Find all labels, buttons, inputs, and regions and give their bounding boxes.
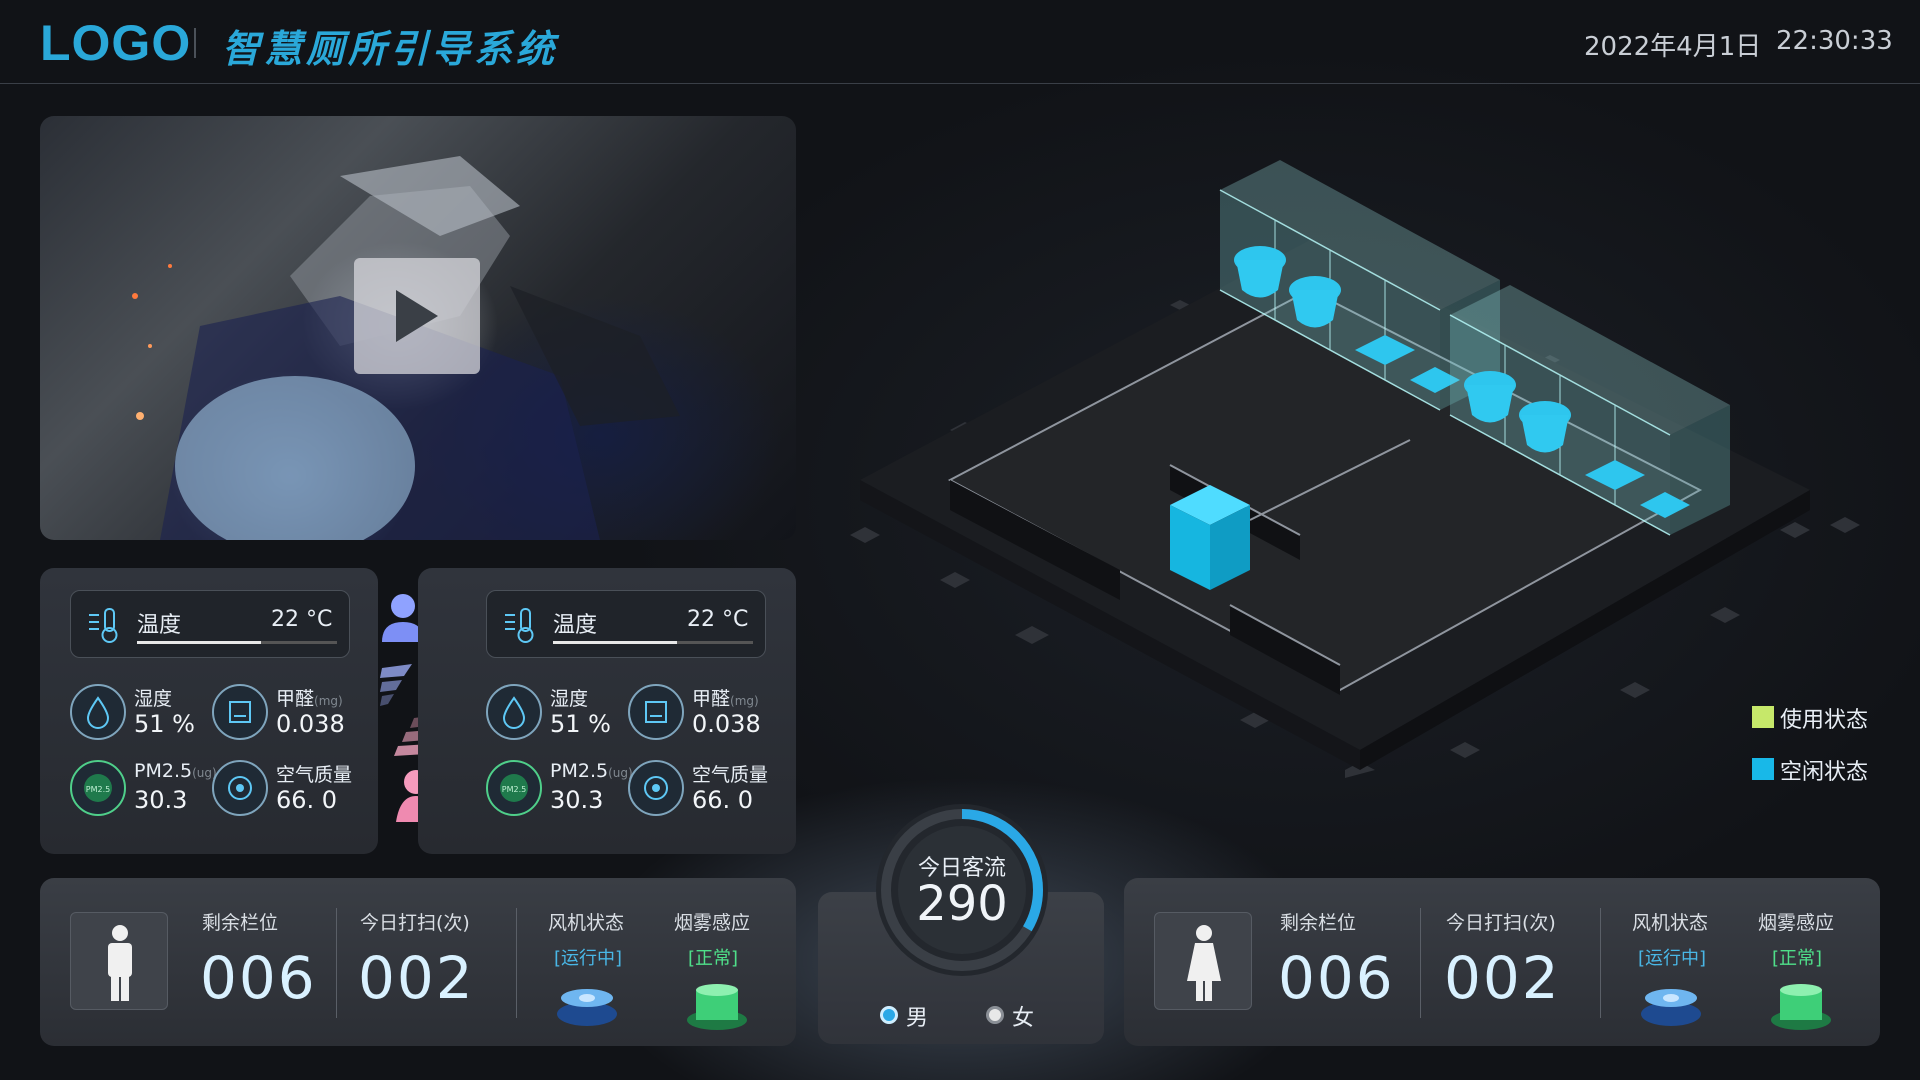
- floor-plan-3d: [850, 160, 1860, 778]
- svg-text:PM2.5: PM2.5: [502, 785, 526, 794]
- current-date: 2022年4月1日: [1584, 32, 1762, 62]
- smoke-label: 烟雾感应: [674, 912, 751, 934]
- smoke-status: [正常]: [688, 948, 739, 969]
- fan-label: 风机状态: [1632, 912, 1709, 934]
- flow-gauge: 今日客流 290: [876, 804, 1048, 976]
- pm25-value: 30.3: [134, 786, 188, 814]
- air-quality-value: 66. 0: [692, 786, 754, 814]
- air-quality-label: 空气质量: [276, 764, 353, 786]
- formaldehyde-icon: [212, 684, 268, 740]
- female-radio-dot[interactable]: [986, 1006, 1004, 1024]
- humidity-icon: [486, 684, 542, 740]
- pm25-icon: PM2.5: [70, 760, 126, 816]
- page-title: 智慧厕所引导系统: [222, 27, 559, 71]
- remaining-value: 006: [1278, 944, 1395, 1012]
- current-time: 22:30:33: [1776, 26, 1893, 56]
- thermometer-icon: [505, 608, 534, 643]
- humidity-value: 51 %: [134, 710, 195, 738]
- cleaning-value: 002: [1444, 944, 1561, 1012]
- formaldehyde-value: 0.038: [276, 710, 345, 738]
- temperature-label: 温度: [137, 613, 182, 638]
- female-stats-panel: 剩余栏位 006 今日打扫(次) 002 风机状态 [运行中] 烟雾感应 [正常…: [1124, 878, 1880, 1046]
- temperature-fill: [137, 641, 261, 644]
- cleaning-label: 今日打扫(次): [360, 912, 470, 934]
- smoke-sensor-icon: [687, 984, 747, 1030]
- male-radio-label[interactable]: 男: [906, 1000, 928, 1032]
- fan-icon: [557, 989, 617, 1026]
- male-sensor-panel: 温度 22 °C 湿度 51 % 甲醛(mg) 0.038 PM2.5 PM2.…: [40, 568, 378, 854]
- formaldehyde-label: 甲醛(mg): [276, 688, 343, 710]
- thermometer-icon: [89, 608, 118, 643]
- header-divider: [194, 28, 196, 58]
- smoke-label: 烟雾感应: [1758, 912, 1835, 934]
- humidity-label: 湿度: [134, 688, 173, 710]
- female-figure: [1154, 912, 1252, 1010]
- temperature-card: 温度 22 °C: [486, 590, 766, 658]
- cleaning-value: 002: [358, 944, 475, 1012]
- header-bar: LOGO 智慧厕所引导系统 2022年4月1日 22:30:33: [0, 0, 1920, 84]
- svg-text:PM2.5: PM2.5: [86, 785, 110, 794]
- pm25-label: PM2.5(ug): [134, 760, 217, 782]
- female-radio-label[interactable]: 女: [1012, 1000, 1034, 1032]
- humidity-label: 湿度: [550, 688, 589, 710]
- temperature-value: 22 °C: [687, 607, 749, 632]
- cleaning-label: 今日打扫(次): [1446, 912, 1556, 934]
- remaining-label: 剩余栏位: [1280, 912, 1357, 934]
- divider: [336, 908, 337, 1018]
- legend-in-use-swatch: [1752, 706, 1774, 728]
- legend-idle: 空闲状态: [1780, 760, 1869, 785]
- female-sensor-panel: 温度 22 °C 湿度 51 % 甲醛(mg) 0.038 PM2.5 PM2.…: [418, 568, 796, 854]
- divider: [516, 908, 517, 1018]
- fan-status: [运行中]: [1638, 948, 1707, 969]
- fan-icon: [1641, 989, 1701, 1026]
- temperature-fill: [553, 641, 677, 644]
- male-radio-dot[interactable]: [880, 1006, 898, 1024]
- male-figure: [70, 912, 168, 1010]
- female-figure-icon: [1187, 925, 1221, 1001]
- male-stats-panel: 剩余栏位 006 今日打扫(次) 002 风机状态 [运行中] 烟雾感应 [正常…: [40, 878, 796, 1046]
- logo: LOGO: [40, 15, 192, 71]
- legend-idle-swatch: [1752, 758, 1774, 780]
- pm25-label: PM2.5(ug): [550, 760, 633, 782]
- humidity-icon: [70, 684, 126, 740]
- pm25-icon: PM2.5: [486, 760, 542, 816]
- legend-in-use: 使用状态: [1780, 708, 1869, 733]
- pm25-value: 30.3: [550, 786, 604, 814]
- divider: [1600, 908, 1601, 1018]
- male-figure-icon: [108, 925, 132, 1001]
- remaining-label: 剩余栏位: [202, 912, 279, 934]
- humidity-value: 51 %: [550, 710, 611, 738]
- play-button[interactable]: [354, 258, 480, 374]
- fan-status: [运行中]: [554, 948, 623, 969]
- divider: [1420, 908, 1421, 1018]
- smoke-sensor-icon: [1771, 984, 1831, 1030]
- formaldehyde-icon: [628, 684, 684, 740]
- air-quality-icon: [628, 760, 684, 816]
- fan-label: 风机状态: [548, 912, 625, 934]
- smoke-status: [正常]: [1772, 948, 1823, 969]
- air-quality-icon: [212, 760, 268, 816]
- formaldehyde-value: 0.038: [692, 710, 761, 738]
- air-quality-value: 66. 0: [276, 786, 338, 814]
- remaining-value: 006: [200, 944, 317, 1012]
- temperature-value: 22 °C: [271, 607, 333, 632]
- air-quality-label: 空气质量: [692, 764, 769, 786]
- video-player[interactable]: [40, 116, 796, 540]
- play-icon: [396, 290, 438, 342]
- formaldehyde-label: 甲醛(mg): [692, 688, 759, 710]
- temperature-label: 温度: [553, 613, 598, 638]
- temperature-card: 温度 22 °C: [70, 590, 350, 658]
- flow-value: 290: [916, 876, 1008, 932]
